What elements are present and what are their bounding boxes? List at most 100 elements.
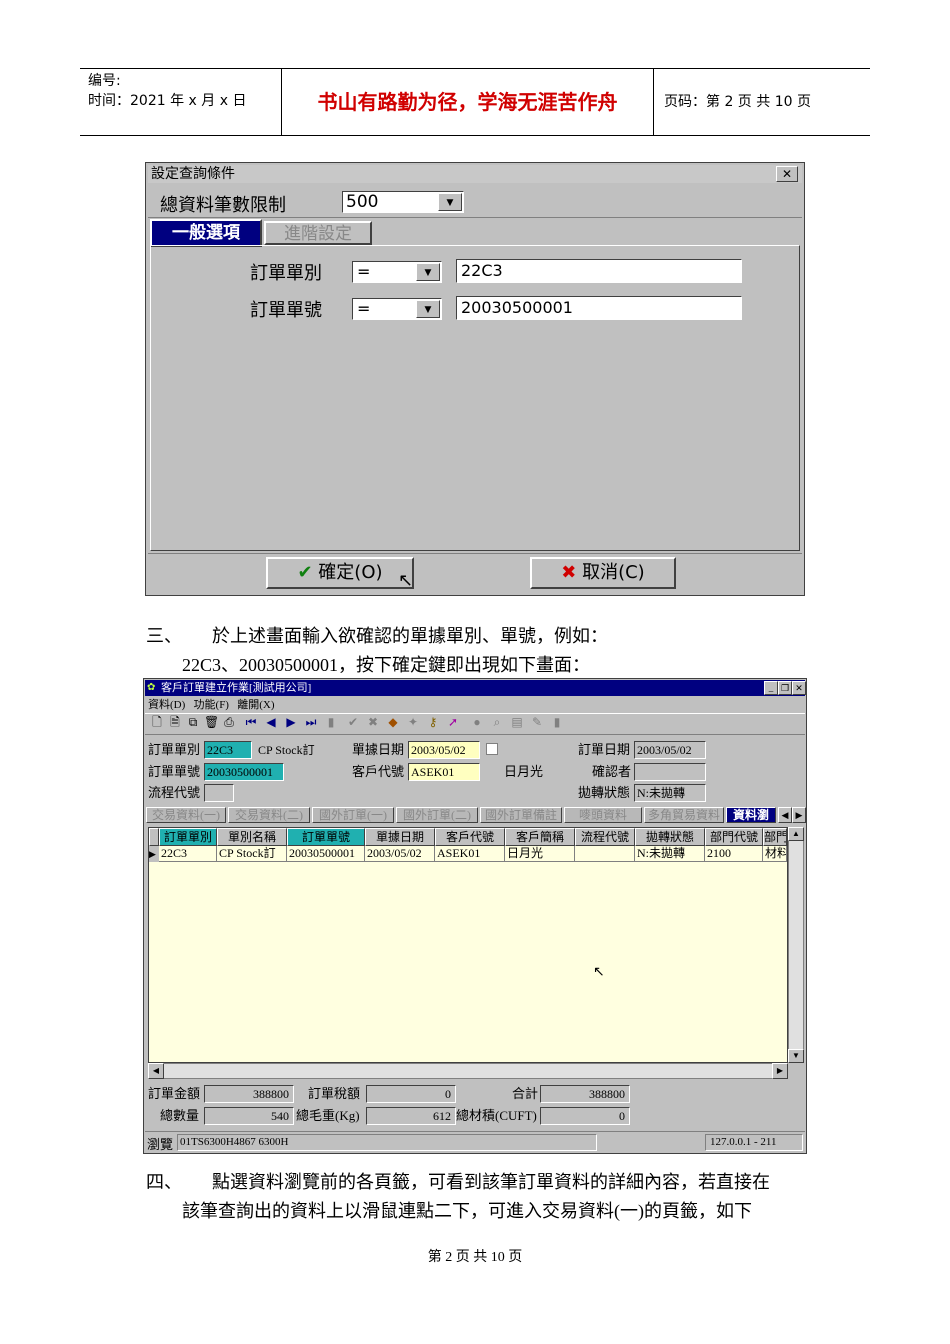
sum-field: 388800 — [540, 1085, 630, 1103]
grid-header[interactable]: 客戶簡稱 — [505, 828, 575, 846]
lock-icon[interactable]: ● — [470, 715, 484, 729]
chevron-down-icon[interactable]: ▼ — [416, 263, 440, 281]
horizontal-scrollbar[interactable] — [148, 1063, 788, 1079]
first-icon[interactable]: ⏮ — [244, 715, 258, 729]
cancel-icon[interactable]: ✖ — [366, 715, 380, 729]
tab-trade-1[interactable]: 交易資料(一) — [146, 807, 226, 823]
ok-button[interactable]: ✔ 確定(O) ↖ — [266, 557, 414, 591]
tab-scroll-left-icon[interactable]: ◀ — [778, 807, 792, 823]
status-code: 01TS6300H4867 6300H — [177, 1134, 597, 1151]
grid-cell[interactable]: 日月光 — [505, 846, 575, 862]
chevron-down-icon[interactable]: ▼ — [416, 300, 440, 318]
bookmark-icon[interactable]: ▮ — [324, 715, 338, 729]
scroll-right-icon[interactable]: ▶ — [772, 1063, 788, 1079]
volume-field: 0 — [540, 1107, 630, 1125]
order-date-field[interactable]: 2003/05/02 — [634, 741, 706, 759]
cancel-button[interactable]: ✖ 取消(C) — [530, 557, 676, 589]
minimize-icon[interactable]: _ — [764, 681, 778, 695]
tab-foreign-2[interactable]: 國外訂單(二) — [396, 807, 478, 823]
grid-header[interactable]: 訂單單號 — [287, 828, 365, 846]
preview-icon[interactable]: 🗎 — [168, 715, 182, 729]
order-type-name: CP Stock訂 — [258, 743, 315, 757]
grid-header[interactable]: 訂單單別 — [159, 828, 217, 846]
confirmer-label: 確認者 — [592, 764, 632, 779]
tab-scroll-right-icon[interactable]: ▶ — [792, 807, 806, 823]
prev-icon[interactable]: ◀ — [264, 715, 278, 729]
settings-icon[interactable]: ✦ — [406, 715, 420, 729]
last-icon[interactable]: ⏭ — [304, 715, 318, 729]
menu-data[interactable]: 資料(D) — [148, 699, 185, 711]
confirmer-field[interactable] — [634, 763, 706, 781]
close-icon[interactable]: ✕ — [792, 681, 806, 695]
tab-advanced[interactable]: 進階設定 — [264, 221, 372, 245]
grid-cell[interactable]: 材料 — [763, 846, 787, 862]
restore-icon[interactable]: ❐ — [778, 681, 792, 695]
order-no-field[interactable]: 20030500001 — [204, 763, 284, 781]
copy-icon[interactable]: ⧉ — [186, 715, 200, 729]
grid-cell[interactable]: N:未拋轉 — [635, 846, 705, 862]
menu-exit[interactable]: 離開(X) — [237, 699, 274, 711]
flow-field[interactable] — [204, 784, 234, 802]
new-icon[interactable]: 🗋 — [150, 715, 164, 729]
grid-header[interactable]: 客戶代號 — [435, 828, 505, 846]
print-icon[interactable]: ⎙ — [222, 715, 236, 729]
menu-function[interactable]: 功能(F) — [194, 699, 229, 711]
vertical-scrollbar[interactable] — [788, 827, 804, 1063]
doc-date-field[interactable]: 2003/05/02 — [408, 741, 480, 759]
order-type-label: 訂單單別 — [148, 742, 201, 757]
grid-header[interactable]: 流程代號 — [575, 828, 635, 846]
key-icon[interactable]: ⚷ — [426, 715, 440, 729]
grid-cell[interactable]: 22C3 — [159, 846, 217, 862]
customer-field[interactable]: ASEK01 — [408, 763, 480, 781]
tab-general[interactable]: 一般選項 — [150, 219, 262, 247]
tab-multi-trade[interactable]: 多角貿易資料 — [644, 807, 724, 823]
order-type-field[interactable]: 22C3 — [204, 741, 252, 759]
grid-cell[interactable]: ASEK01 — [435, 846, 505, 862]
tab-panel — [150, 245, 800, 551]
exit-icon[interactable]: ▮ — [550, 715, 564, 729]
menu-bar: 資料(D) 功能(F) 離開(X) — [148, 697, 275, 713]
grid-header[interactable]: 部門代號 — [705, 828, 763, 846]
search-icon[interactable]: ⌕ — [490, 715, 504, 729]
tab-trade-2[interactable]: 交易資料(二) — [228, 807, 310, 823]
confirm-icon[interactable]: ✔ — [346, 715, 360, 729]
note-icon[interactable]: ✎ — [530, 715, 544, 729]
grid-cell[interactable]: 2003/05/02 — [365, 846, 435, 862]
tab-mark[interactable]: 嘜頭資料 — [564, 807, 642, 823]
grid-cell[interactable]: CP Stock訂 — [217, 846, 287, 862]
grid-cell[interactable]: 20030500001 — [287, 846, 365, 862]
order-no-input[interactable]: 20030500001 — [456, 296, 742, 320]
app-icon: ✿ — [147, 682, 156, 693]
header-table: 编号: 时间：2021 年 x 月 x 日 书山有路勤为径，学海无涯苦作舟 页码… — [80, 68, 870, 136]
data-grid[interactable]: 訂單單別 單別名稱 訂單單號 單據日期 客戶代號 客戶簡稱 流程代號 拋轉狀態 … — [148, 827, 788, 1063]
checkbox[interactable] — [486, 743, 498, 755]
weight-label: 總毛重(Kg) — [296, 1108, 360, 1123]
grid-header[interactable]: 拋轉狀態 — [635, 828, 705, 846]
grid-header[interactable]: 單別名稱 — [217, 828, 287, 846]
close-icon[interactable]: ✕ — [776, 166, 798, 182]
grid-cell[interactable] — [575, 846, 635, 862]
transfer-icon[interactable]: ➚ — [446, 715, 460, 729]
tab-browse[interactable]: 資料瀏 — [726, 807, 776, 823]
chart-icon[interactable]: ▤ — [510, 715, 524, 729]
weight-field: 612 — [366, 1107, 456, 1125]
scroll-up-icon[interactable]: ▲ — [788, 827, 804, 841]
chevron-down-icon[interactable]: ▼ — [438, 193, 462, 211]
next-icon[interactable]: ▶ — [284, 715, 298, 729]
para2-line1: 點選資料瀏覽前的各頁籤，可看到該筆訂單資料的詳細內容，若直接在 — [212, 1172, 770, 1192]
grid-cell[interactable]: 2100 — [705, 846, 763, 862]
scroll-down-icon[interactable]: ▼ — [788, 1049, 804, 1063]
order-no-op-select[interactable]: = ▼ — [352, 298, 442, 320]
grid-header[interactable]: 部門 — [763, 828, 787, 846]
divider — [148, 553, 802, 554]
transfer-field[interactable]: N:未拋轉 — [634, 784, 706, 802]
grid-header[interactable]: 單據日期 — [365, 828, 435, 846]
delete-icon[interactable]: 🗑 — [204, 715, 219, 729]
tab-foreign-1[interactable]: 國外訂單(一) — [312, 807, 394, 823]
tab-foreign-note[interactable]: 國外訂單備註 — [480, 807, 562, 823]
order-type-op-select[interactable]: = ▼ — [352, 261, 442, 283]
limit-select[interactable]: 500 ▼ — [342, 191, 464, 213]
order-type-input[interactable]: 22C3 — [456, 259, 742, 283]
scroll-left-icon[interactable]: ◀ — [148, 1063, 164, 1079]
tool-icon[interactable]: ◆ — [386, 715, 400, 729]
